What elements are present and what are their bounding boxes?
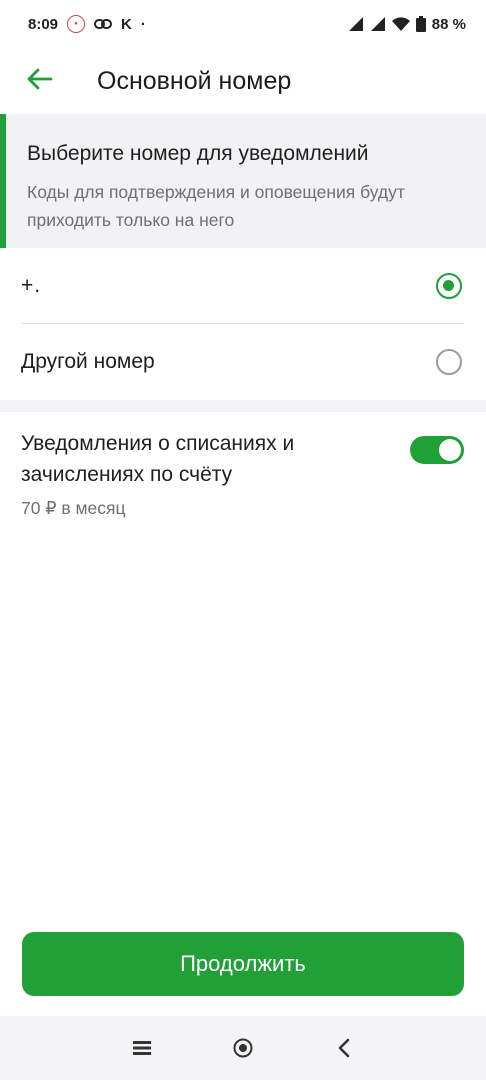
wifi-icon [391,16,410,32]
status-time: 8:09 [28,15,59,33]
continue-button[interactable]: Продолжить [22,932,464,996]
back-button[interactable] [10,51,70,111]
phone-options: +. Другой номер [0,248,486,400]
toggle-knob [439,439,461,461]
notifications-toggle[interactable] [410,436,464,464]
info-description: Коды для подтверждения и оповещения буду… [27,182,405,230]
status-right: 88 % [348,16,466,33]
status-left: 8:09 ● K · [28,15,146,33]
link-icon [94,18,113,30]
notifications-section: Уведомления о списаниях и зачислениях по… [0,412,486,912]
notifications-price: 70 ₽ в месяц [21,498,126,518]
page-title: Основной номер [97,66,292,95]
battery-icon [415,16,426,32]
signal-icon-2 [370,16,386,32]
app-badge-icon: ● [67,15,86,33]
info-title: Выберите номер для уведомлений [27,142,369,165]
option-label-other: Другой номер [21,350,155,373]
back-chevron-icon[interactable] [328,1032,360,1064]
bottom-area: Продолжить [0,912,486,1016]
notifications-title: Уведомления о списаниях и зачислениях по… [21,432,295,486]
system-navigation-bar [0,1016,486,1080]
status-dot: · [140,15,146,33]
battery-level: 88 % [431,15,466,33]
home-icon[interactable] [227,1032,259,1064]
option-other-number[interactable]: Другой номер [0,324,486,400]
app-header: Основной номер [0,48,486,114]
arrow-left-icon [27,68,53,95]
option-current-number[interactable]: +. [0,248,486,324]
option-label-current: +. [21,274,42,297]
signal-icon [348,16,364,32]
info-block: Выберите номер для уведомлений Коды для … [0,114,486,248]
radio-selected-icon[interactable] [436,273,462,299]
status-bar: 8:09 ● K · 88 % [0,0,486,48]
menu-icon[interactable] [126,1032,158,1064]
carrier-letter: K [121,15,132,33]
radio-unselected-icon[interactable] [436,349,462,375]
